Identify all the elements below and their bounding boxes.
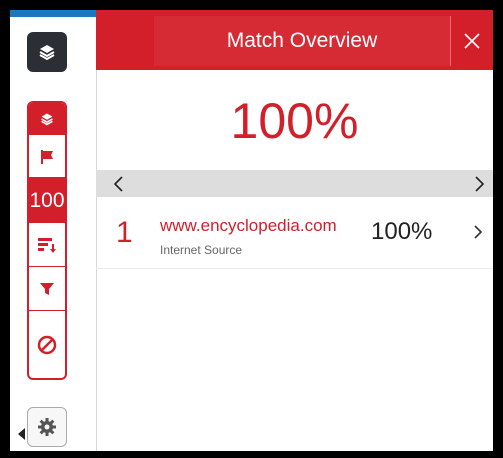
chevron-right-icon	[474, 225, 483, 239]
match-number: 1	[116, 216, 133, 249]
layers-button[interactable]	[27, 32, 67, 72]
rail-top-accent	[10, 10, 96, 17]
match-row[interactable]: 1 www.encyclopedia.com Internet Source 1…	[96, 202, 493, 269]
match-count-label: 100	[29, 188, 65, 212]
close-button[interactable]	[450, 16, 493, 66]
match-count-button[interactable]: 100	[29, 177, 65, 223]
exclusions-button[interactable]	[29, 310, 65, 378]
match-navigation-bar	[96, 170, 493, 197]
layers-icon	[39, 45, 55, 61]
previous-button[interactable]	[104, 170, 131, 197]
panel-header: Match Overview	[96, 10, 493, 70]
sort-icon	[38, 238, 56, 253]
flag-button[interactable]	[29, 134, 65, 178]
flag-icon	[41, 149, 53, 164]
panel-title: Match Overview	[154, 16, 450, 66]
match-expand-button[interactable]	[473, 224, 483, 245]
chevron-right-icon	[474, 175, 484, 192]
settings-button[interactable]	[27, 407, 67, 447]
match-percent: 100%	[371, 218, 433, 245]
match-source-link[interactable]: www.encyclopedia.com	[160, 216, 337, 236]
match-source-type: Internet Source	[160, 243, 243, 257]
next-button[interactable]	[466, 170, 493, 197]
match-overview-panel: Match Overview 100% 1 www.encyclopedia.c…	[96, 10, 493, 451]
similarity-layer-button[interactable]	[29, 103, 65, 134]
block-icon	[37, 335, 57, 355]
gear-icon	[38, 418, 56, 436]
chevron-left-icon	[113, 175, 123, 192]
close-icon	[464, 33, 480, 49]
collapse-caret-icon[interactable]	[18, 428, 25, 440]
layers-small-icon	[41, 113, 53, 125]
overall-similarity-percent: 100%	[230, 93, 359, 149]
layer-tools-group: 100	[27, 101, 67, 380]
filter-icon	[40, 283, 54, 295]
feedback-studio-panel: 100 Match Overview 100% 1 www.encycloped…	[10, 10, 493, 451]
filter-button[interactable]	[29, 266, 65, 311]
sort-button[interactable]	[29, 222, 65, 267]
side-toolbar: 100	[10, 10, 97, 451]
